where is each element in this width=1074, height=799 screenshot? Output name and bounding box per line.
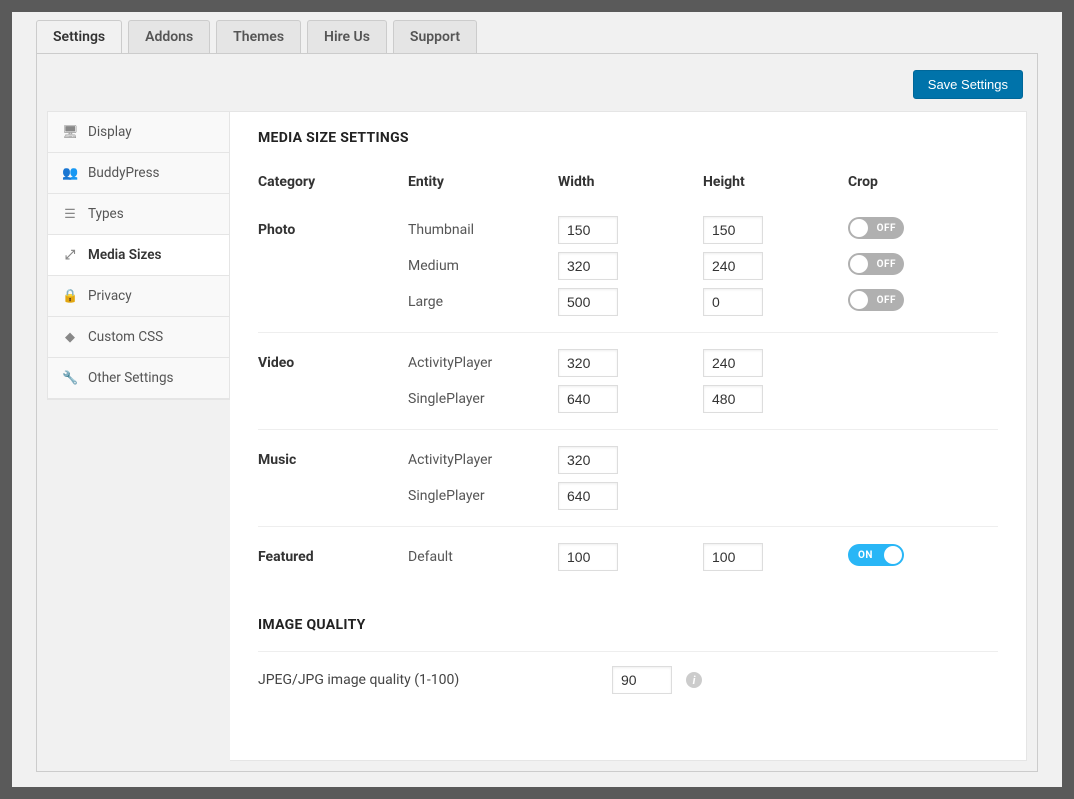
sidebar-item-label: Custom CSS bbox=[88, 329, 163, 345]
category-video: VideoActivityPlayer SinglePlayer bbox=[258, 333, 998, 430]
category-photo: PhotoThumbnail OFF Medium OFF Large OFF bbox=[258, 200, 998, 333]
sidebar-item-label: Display bbox=[88, 124, 132, 140]
section-title: MEDIA SIZE SETTINGS bbox=[258, 130, 998, 146]
toggle-label: ON bbox=[858, 550, 873, 561]
toggle-knob bbox=[850, 291, 868, 309]
sidebar-item-types[interactable]: ☰ Types bbox=[48, 194, 229, 235]
grid-row: SinglePlayer bbox=[258, 381, 998, 417]
sidebar-item-label: Media Sizes bbox=[88, 247, 161, 263]
toggle-knob bbox=[850, 255, 868, 273]
category-music: MusicActivityPlayer SinglePlayer bbox=[258, 430, 998, 527]
sidebar-item-custom-css[interactable]: ◆ Custom CSS bbox=[48, 317, 229, 358]
tab-settings[interactable]: Settings bbox=[36, 20, 122, 53]
header-entity: Entity bbox=[408, 174, 558, 190]
privacy-icon: 🔒 bbox=[62, 289, 78, 304]
height-input[interactable] bbox=[703, 543, 763, 571]
media-size-grid: Category Entity Width Height Crop PhotoT… bbox=[258, 164, 998, 587]
entity-label: Medium bbox=[408, 258, 558, 274]
height-input[interactable] bbox=[703, 252, 763, 280]
sidebar-item-label: BuddyPress bbox=[88, 165, 160, 181]
grid-header: Category Entity Width Height Crop bbox=[258, 164, 998, 200]
category-label: Photo bbox=[258, 222, 408, 238]
toggle-label: OFF bbox=[877, 259, 896, 270]
entity-label: ActivityPlayer bbox=[408, 355, 558, 371]
sidebar-item-label: Types bbox=[88, 206, 124, 222]
sidebar-item-privacy[interactable]: 🔒 Privacy bbox=[48, 276, 229, 317]
grid-row: Medium OFF bbox=[258, 248, 998, 284]
display-icon: 🖥 bbox=[62, 125, 78, 140]
types-icon: ☰ bbox=[62, 207, 78, 222]
settings-sidebar: 🖥 Display 👥 BuddyPress ☰ Types ⤢ Media Sizes 🔒 Pr… bbox=[47, 111, 230, 400]
crop-toggle[interactable]: OFF bbox=[848, 289, 904, 311]
tab-hire-us[interactable]: Hire Us bbox=[307, 20, 387, 53]
grid-row: VideoActivityPlayer bbox=[258, 345, 998, 381]
sidebar-item-display[interactable]: 🖥 Display bbox=[48, 112, 229, 153]
category-featured: FeaturedDefault ON bbox=[258, 527, 998, 587]
entity-label: SinglePlayer bbox=[408, 391, 558, 407]
category-label: Video bbox=[258, 355, 408, 371]
tab-addons[interactable]: Addons bbox=[128, 20, 210, 53]
width-input[interactable] bbox=[558, 349, 618, 377]
entity-label: Default bbox=[408, 549, 558, 565]
crop-toggle[interactable]: OFF bbox=[848, 253, 904, 275]
image-quality-input[interactable] bbox=[612, 666, 672, 694]
width-input[interactable] bbox=[558, 385, 618, 413]
width-input[interactable] bbox=[558, 543, 618, 571]
width-input[interactable] bbox=[558, 482, 618, 510]
grid-row: MusicActivityPlayer bbox=[258, 442, 998, 478]
layout: 🖥 Display 👥 BuddyPress ☰ Types ⤢ Media Sizes 🔒 Pr… bbox=[47, 111, 1027, 761]
category-label: Music bbox=[258, 452, 408, 468]
toggle-label: OFF bbox=[877, 295, 896, 306]
custom-css-icon: ◆ bbox=[62, 330, 78, 345]
sidebar-item-buddypress[interactable]: 👥 BuddyPress bbox=[48, 153, 229, 194]
header-height: Height bbox=[703, 174, 848, 190]
buddypress-icon: 👥 bbox=[62, 166, 78, 181]
toggle-knob bbox=[850, 219, 868, 237]
grid-row: PhotoThumbnail OFF bbox=[258, 212, 998, 248]
header-category: Category bbox=[258, 174, 408, 190]
height-input[interactable] bbox=[703, 216, 763, 244]
save-bar: Save Settings bbox=[47, 64, 1027, 111]
image-quality-row: JPEG/JPG image quality (1-100) i bbox=[258, 651, 998, 694]
other-settings-icon: 🔧 bbox=[62, 371, 78, 386]
width-input[interactable] bbox=[558, 288, 618, 316]
header-width: Width bbox=[558, 174, 703, 190]
toggle-label: OFF bbox=[877, 223, 896, 234]
app-frame: SettingsAddonsThemesHire UsSupport Save … bbox=[12, 12, 1062, 787]
toggle-knob bbox=[884, 546, 902, 564]
image-quality-section: IMAGE QUALITY JPEG/JPG image quality (1-… bbox=[258, 617, 998, 694]
height-input[interactable] bbox=[703, 385, 763, 413]
sidebar-item-other-settings[interactable]: 🔧 Other Settings bbox=[48, 358, 229, 399]
sidebar-item-label: Other Settings bbox=[88, 370, 174, 386]
media-sizes-icon: ⤢ bbox=[62, 248, 78, 263]
category-label: Featured bbox=[258, 549, 408, 565]
grid-row: FeaturedDefault ON bbox=[258, 539, 998, 575]
height-input[interactable] bbox=[703, 288, 763, 316]
tab-themes[interactable]: Themes bbox=[216, 20, 301, 53]
entity-label: Large bbox=[408, 294, 558, 310]
entity-label: Thumbnail bbox=[408, 222, 558, 238]
image-quality-title: IMAGE QUALITY bbox=[258, 617, 998, 633]
crop-toggle[interactable]: OFF bbox=[848, 217, 904, 239]
top-tabs: SettingsAddonsThemesHire UsSupport bbox=[12, 12, 1062, 53]
image-quality-label: JPEG/JPG image quality (1-100) bbox=[258, 672, 598, 688]
info-icon[interactable]: i bbox=[686, 672, 702, 688]
header-crop: Crop bbox=[848, 174, 998, 190]
height-input[interactable] bbox=[703, 349, 763, 377]
content-container: Save Settings 🖥 Display 👥 BuddyPress ☰ Types ⤢… bbox=[36, 53, 1038, 772]
tab-support[interactable]: Support bbox=[393, 20, 477, 53]
width-input[interactable] bbox=[558, 252, 618, 280]
entity-label: ActivityPlayer bbox=[408, 452, 558, 468]
entity-label: SinglePlayer bbox=[408, 488, 558, 504]
sidebar-item-label: Privacy bbox=[88, 288, 132, 304]
grid-row: Large OFF bbox=[258, 284, 998, 320]
main-panel: MEDIA SIZE SETTINGS Category Entity Widt… bbox=[230, 111, 1027, 761]
width-input[interactable] bbox=[558, 216, 618, 244]
save-settings-button[interactable]: Save Settings bbox=[913, 70, 1023, 99]
crop-toggle[interactable]: ON bbox=[848, 544, 904, 566]
sidebar-item-media-sizes[interactable]: ⤢ Media Sizes bbox=[48, 235, 229, 276]
grid-row: SinglePlayer bbox=[258, 478, 998, 514]
width-input[interactable] bbox=[558, 446, 618, 474]
